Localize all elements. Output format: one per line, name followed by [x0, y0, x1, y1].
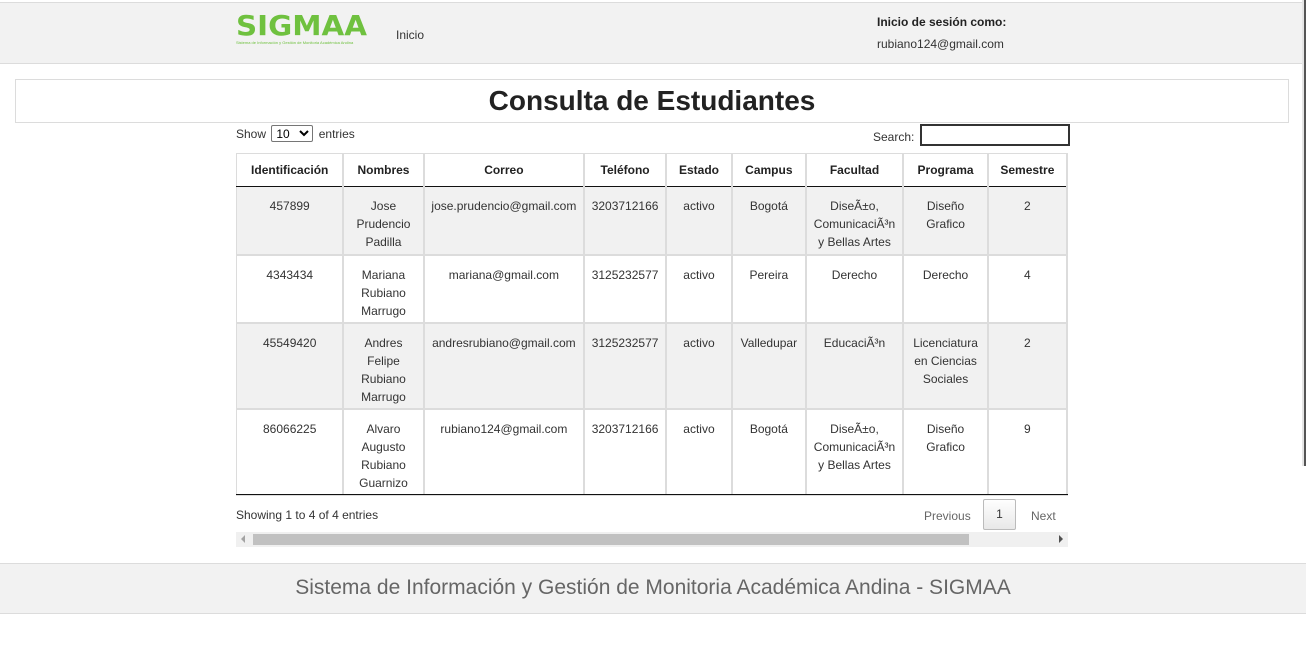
show-label: Show — [236, 127, 267, 141]
page-title: Consulta de Estudiantes — [488, 85, 816, 116]
table-cell: EducaciÃ³n — [805, 322, 905, 410]
table-cell: Mariana Rubiano Marrugo — [343, 254, 425, 324]
table-cell: mariana@gmail.com — [423, 254, 586, 324]
table-cell: Derecho — [805, 254, 905, 324]
page-title-box: Consulta de Estudiantes — [15, 79, 1289, 123]
table-cell: DiseÃ±o, ComunicaciÃ³n y Bellas Artes — [805, 408, 905, 496]
table-cell: 3203712166 — [584, 186, 667, 256]
session-email: rubiano124@gmail.com — [877, 37, 1004, 51]
students-table-scroll[interactable]: Identificación Nombres Correo Teléfono E… — [236, 153, 1068, 496]
table-row: 86066225 Alvaro Augusto Rubiano Guarnizo… — [236, 408, 1068, 496]
table-cell: Andres Felipe Rubiano Marrugo — [343, 322, 425, 410]
column-header-nombres[interactable]: Nombres — [343, 153, 425, 187]
table-row: 4343434 Mariana Rubiano Marrugo mariana@… — [236, 254, 1068, 324]
table-cell: activo — [665, 186, 734, 256]
table-cell: activo — [665, 254, 734, 324]
search-input[interactable] — [919, 124, 1070, 146]
table-cell: jose.prudencio@gmail.com — [423, 186, 586, 256]
table-cell: activo — [665, 322, 734, 410]
horizontal-scrollbar[interactable] — [236, 532, 1068, 547]
pagination-previous[interactable]: Previous — [924, 509, 971, 523]
column-header-identificacion[interactable]: Identificación — [236, 153, 345, 187]
table-cell: 4 — [987, 254, 1068, 324]
sigmaa-logo[interactable]: SIGMAA Sistema de Información y Gestión … — [236, 12, 367, 50]
entries-label: entries — [318, 127, 355, 141]
column-header-semestre[interactable]: Semestre — [987, 153, 1068, 187]
table-cell: 2 — [987, 186, 1068, 256]
table-search: Search: — [873, 124, 1070, 146]
table-cell: Derecho — [903, 254, 989, 324]
table-info: Showing 1 to 4 of 4 entries — [236, 508, 379, 522]
column-header-estado[interactable]: Estado — [665, 153, 734, 187]
table-bottom-border — [236, 494, 1068, 495]
session-label: Inicio de sesión como: — [877, 15, 1007, 29]
table-row: 45549420 Andres Felipe Rubiano Marrugo a… — [236, 322, 1068, 410]
table-cell: rubiano124@gmail.com — [423, 408, 586, 496]
table-cell: activo — [665, 408, 734, 496]
table-cell: DiseÃ±o, ComunicaciÃ³n y Bellas Artes — [805, 186, 905, 256]
search-label: Search: — [873, 130, 915, 145]
column-header-campus[interactable]: Campus — [732, 153, 807, 187]
table-cell: 3125232577 — [584, 322, 667, 410]
table-cell: Pereira — [732, 254, 807, 324]
table-cell: 457899 — [236, 186, 345, 256]
column-header-correo[interactable]: Correo — [423, 153, 586, 187]
page-length-control: Show 10 entries — [236, 125, 355, 142]
table-cell: Bogotá — [732, 186, 807, 256]
footer: Sistema de Información y Gestión de Moni… — [0, 563, 1306, 614]
table-cell: Alvaro Augusto Rubiano Guarnizo — [343, 408, 425, 496]
column-header-programa[interactable]: Programa — [903, 153, 989, 187]
table-cell: 4343434 — [236, 254, 345, 324]
table-cell: Diseño Grafico — [903, 408, 989, 496]
logo-text: SIGMAA — [236, 9, 368, 42]
table-row: 457899 Jose Prudencio Padilla jose.prude… — [236, 186, 1068, 256]
table-cell: Bogotá — [732, 408, 807, 496]
table-header-row: Identificación Nombres Correo Teléfono E… — [236, 153, 1068, 187]
table-cell: 3125232577 — [584, 254, 667, 324]
scrollbar-thumb[interactable] — [253, 534, 969, 545]
students-table: Identificación Nombres Correo Teléfono E… — [236, 153, 1068, 496]
top-navbar: SIGMAA Sistema de Información y Gestión … — [0, 2, 1306, 64]
table-cell: 86066225 — [236, 408, 345, 496]
table-cell: Valledupar — [732, 322, 807, 410]
page-length-select[interactable]: 10 — [271, 125, 314, 142]
pagination-page-1[interactable]: 1 — [983, 499, 1016, 530]
table-cell: 9 — [987, 408, 1068, 496]
pagination-next[interactable]: Next — [1031, 509, 1056, 523]
column-header-facultad[interactable]: Facultad — [805, 153, 905, 187]
table-cell: 3203712166 — [584, 408, 667, 496]
table-cell: 2 — [987, 322, 1068, 410]
table-cell: Jose Prudencio Padilla — [343, 186, 425, 256]
scroll-left-arrow-icon[interactable] — [241, 535, 245, 543]
nav-link-inicio[interactable]: Inicio — [396, 28, 424, 42]
column-header-telefono[interactable]: Teléfono — [584, 153, 667, 187]
table-cell: Licenciatura en Ciencias Sociales — [903, 322, 989, 410]
table-cell: andresrubiano@gmail.com — [423, 322, 586, 410]
table-cell: Diseño Grafico — [903, 186, 989, 256]
footer-text: Sistema de Información y Gestión de Moni… — [295, 576, 1011, 599]
table-cell: 45549420 — [236, 322, 345, 410]
scroll-right-arrow-icon[interactable] — [1059, 535, 1063, 543]
